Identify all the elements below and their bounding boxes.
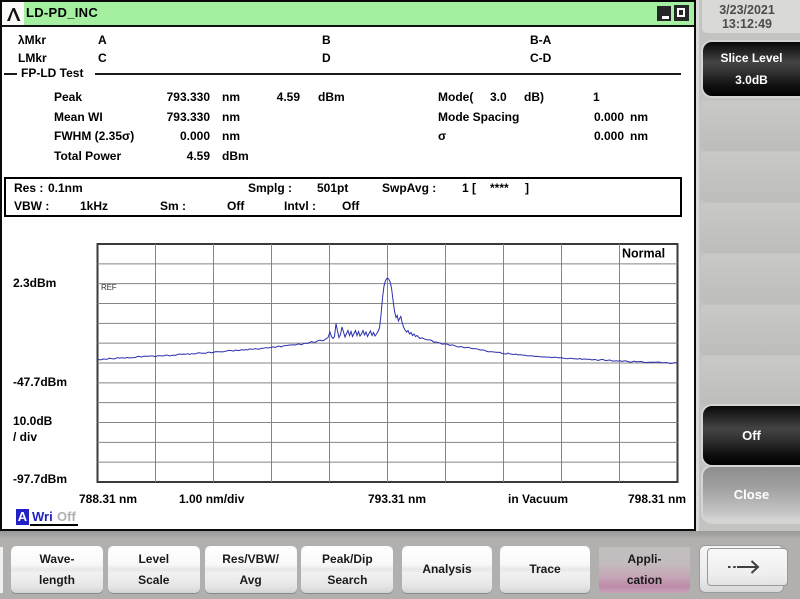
svg-text:Normal: Normal <box>622 247 665 261</box>
svg-text:REF: REF <box>101 283 117 292</box>
